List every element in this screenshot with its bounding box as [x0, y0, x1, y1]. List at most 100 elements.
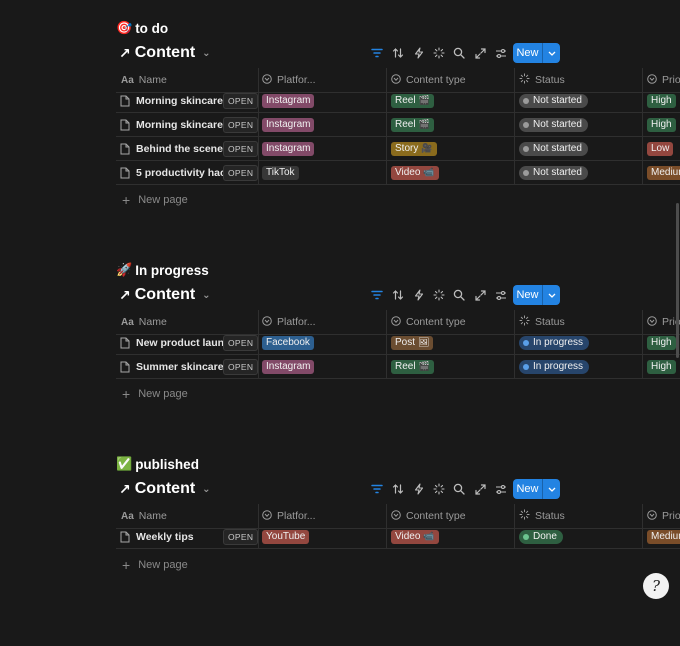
database-title[interactable]: ↗ Content ⌄	[119, 480, 211, 498]
page-icon	[120, 531, 130, 543]
new-button[interactable]: New	[513, 479, 560, 499]
open-button[interactable]: OPEN	[223, 529, 259, 545]
expand-icon[interactable]	[472, 45, 488, 61]
database-title-text: Content	[134, 286, 196, 303]
lightning-icon[interactable]	[411, 481, 427, 497]
new-page-label: New page	[138, 194, 188, 206]
platform-cell[interactable]: TikTok	[262, 161, 299, 184]
search-icon[interactable]	[451, 45, 467, 61]
status-badge: Done	[519, 529, 563, 544]
priority-cell[interactable]: High	[647, 113, 680, 136]
status-cell[interactable]: Not started	[519, 137, 588, 160]
platform-tag: YouTube	[262, 529, 310, 544]
sort-icon[interactable]	[390, 45, 406, 61]
chevron-down-icon[interactable]	[543, 51, 560, 56]
sparkle-icon[interactable]	[431, 45, 447, 61]
select-icon	[262, 509, 272, 523]
table-row[interactable]: Behind the scenes OPEN Instagram Story 🎥 …	[116, 137, 680, 161]
new-button[interactable]: New	[513, 43, 560, 63]
status-cell[interactable]: In progress	[519, 331, 590, 354]
page-scrollbar[interactable]	[676, 203, 679, 358]
text-type-icon: Aa	[121, 510, 134, 522]
table-row[interactable]: Weekly tips OPEN YouTube Video 📹 Done Med…	[116, 525, 680, 549]
table-row[interactable]: Morning skincare tips OPEN Instagram Ree…	[116, 89, 680, 113]
select-icon	[391, 73, 401, 87]
sliders-icon[interactable]	[493, 287, 509, 303]
platform-cell[interactable]: Instagram	[262, 355, 315, 378]
expand-icon[interactable]	[472, 287, 488, 303]
content-type-cell[interactable]: Video 📹	[391, 161, 439, 184]
section-emoji: ✅	[116, 456, 133, 471]
status-cell[interactable]: In progress	[519, 355, 590, 378]
open-button[interactable]: OPEN	[223, 141, 259, 157]
platform-cell[interactable]: Instagram	[262, 113, 315, 136]
chevron-down-icon[interactable]: ⌄	[202, 290, 210, 301]
sparkle-icon[interactable]	[431, 481, 447, 497]
chevron-down-icon[interactable]	[543, 487, 560, 492]
content-type-cell[interactable]: Post 🖼	[391, 331, 434, 354]
sparkle-icon[interactable]	[431, 287, 447, 303]
search-icon[interactable]	[451, 287, 467, 303]
table-row[interactable]: 5 productivity hacks OPEN TikTok Video 📹 …	[116, 161, 680, 185]
content-type-tag: Video 📹	[391, 529, 439, 544]
platform-cell[interactable]: Instagram	[262, 137, 315, 160]
page-icon	[120, 337, 130, 349]
priority-cell[interactable]: High	[647, 355, 680, 378]
open-button[interactable]: OPEN	[223, 359, 259, 375]
content-type-cell[interactable]: Reel 🎬	[391, 355, 434, 378]
select-icon	[647, 509, 657, 523]
status-cell[interactable]: Not started	[519, 113, 588, 136]
sliders-icon[interactable]	[493, 481, 509, 497]
sort-icon[interactable]	[390, 481, 406, 497]
chevron-down-icon[interactable]: ⌄	[202, 48, 210, 59]
content-type-tag: Reel 🎬	[391, 93, 434, 108]
filter-icon[interactable]	[369, 481, 385, 497]
content-type-cell[interactable]: Story 🎥	[391, 137, 437, 160]
content-type-cell[interactable]: Reel 🎬	[391, 113, 434, 136]
new-page-button[interactable]: + New page	[122, 192, 188, 208]
page-icon	[120, 95, 130, 107]
database-title[interactable]: ↗ Content ⌄	[119, 44, 211, 62]
plus-icon: +	[122, 192, 131, 208]
content-type-emoji: 🎬	[418, 119, 430, 129]
filter-icon[interactable]	[369, 45, 385, 61]
status-cell[interactable]: Not started	[519, 161, 588, 184]
status-cell[interactable]: Done	[519, 525, 563, 548]
sliders-icon[interactable]	[493, 45, 509, 61]
open-button[interactable]: OPEN	[223, 335, 259, 351]
new-page-button[interactable]: + New page	[122, 557, 188, 573]
platform-cell[interactable]: Facebook	[262, 331, 314, 354]
arrow-up-right-icon: ↗	[119, 286, 131, 303]
content-type-cell[interactable]: Video 📹	[391, 525, 439, 548]
platform-cell[interactable]: Instagram	[262, 89, 315, 112]
table-row[interactable]: Summer skincare tips OPEN Instagram Reel…	[116, 355, 680, 379]
priority-cell[interactable]: Medium	[647, 161, 680, 184]
database-toolbar: ↗ Content ⌄ New	[116, 284, 680, 308]
table-row[interactable]: Morning skincare routine OPEN Instagram …	[116, 113, 680, 137]
chevron-down-icon[interactable]: ⌄	[202, 484, 210, 495]
database-toolbar: ↗ Content ⌄ New	[116, 478, 680, 502]
lightning-icon[interactable]	[411, 287, 427, 303]
platform-cell[interactable]: YouTube	[262, 525, 310, 548]
search-icon[interactable]	[451, 481, 467, 497]
sort-icon[interactable]	[390, 287, 406, 303]
content-type-cell[interactable]: Reel 🎬	[391, 89, 434, 112]
page-icon	[120, 167, 130, 179]
open-button[interactable]: OPEN	[223, 93, 259, 109]
database-title[interactable]: ↗ Content ⌄	[119, 286, 211, 304]
lightning-icon[interactable]	[411, 45, 427, 61]
priority-cell[interactable]: Low	[647, 137, 680, 160]
chevron-down-icon[interactable]	[543, 293, 560, 298]
table-row[interactable]: New product launch OPEN Facebook Post 🖼 I…	[116, 331, 680, 355]
status-cell[interactable]: Not started	[519, 89, 588, 112]
new-button[interactable]: New	[513, 285, 560, 305]
filter-icon[interactable]	[369, 287, 385, 303]
priority-cell[interactable]: Medium	[647, 525, 680, 548]
help-button[interactable]: ?	[643, 573, 669, 599]
content-type-emoji: 📹	[423, 167, 435, 177]
open-button[interactable]: OPEN	[223, 165, 259, 181]
priority-cell[interactable]: High	[647, 89, 680, 112]
new-page-button[interactable]: + New page	[122, 386, 188, 402]
open-button[interactable]: OPEN	[223, 117, 259, 133]
expand-icon[interactable]	[472, 481, 488, 497]
